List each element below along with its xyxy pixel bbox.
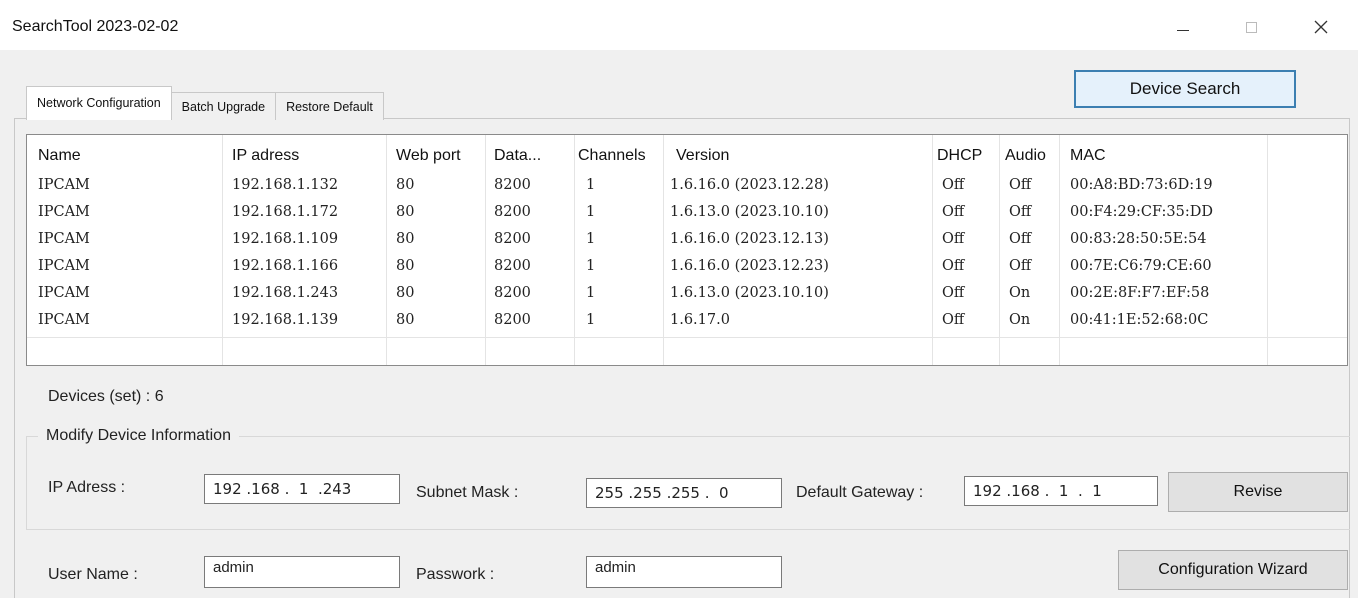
cell-name: IPCAM: [38, 204, 90, 220]
subnet-mask-field[interactable]: 255 .255 .255 . 0: [586, 478, 782, 508]
cell-channels: 1: [586, 231, 596, 247]
password-label: Passwork :: [416, 566, 495, 583]
cell-version: 1.6.13.0 (2023.10.10): [670, 285, 829, 301]
cell-version: 1.6.17.0: [670, 312, 730, 328]
device-search-button[interactable]: Device Search: [1074, 70, 1296, 108]
cell-audio: Off: [1009, 231, 1032, 247]
cell-dhcp: Off: [942, 177, 965, 193]
cell-web-port: 80: [396, 231, 415, 247]
cell-mac: 00:41:1E:52:68:0C: [1070, 312, 1209, 328]
cell-audio: Off: [1009, 177, 1032, 193]
minimize-icon[interactable]: [1160, 12, 1206, 42]
column-header-channels[interactable]: Channels: [578, 147, 646, 165]
cell-ip: 192.168.1.172: [232, 204, 339, 220]
cell-data-port: 8200: [494, 177, 531, 193]
user-name-field[interactable]: admin: [204, 556, 400, 588]
tab-restore-default[interactable]: Restore Default: [275, 92, 384, 120]
cell-mac: 00:F4:29:CF:35:DD: [1070, 204, 1213, 220]
ip-address-label: IP Adress :: [48, 479, 126, 496]
cell-audio: On: [1009, 285, 1031, 301]
cell-web-port: 80: [396, 258, 415, 274]
password-field[interactable]: admin: [586, 556, 782, 588]
revise-button[interactable]: Revise: [1168, 472, 1348, 512]
configuration-wizard-button[interactable]: Configuration Wizard: [1118, 550, 1348, 590]
user-name-label: User Name :: [48, 566, 138, 583]
table-row[interactable]: IPCAM 192.168.1.243 80 8200 1 1.6.13.0 (…: [27, 285, 1347, 312]
cell-dhcp: Off: [942, 312, 965, 328]
cell-name: IPCAM: [38, 258, 90, 274]
cell-ip: 192.168.1.243: [232, 285, 339, 301]
cell-channels: 1: [586, 285, 596, 301]
table-row[interactable]: IPCAM 192.168.1.139 80 8200 1 1.6.17.0 O…: [27, 312, 1347, 337]
cell-version: 1.6.16.0 (2023.12.23): [670, 258, 829, 274]
cell-ip: 192.168.1.166: [232, 258, 339, 274]
cell-version: 1.6.16.0 (2023.12.28): [670, 177, 829, 193]
cell-name: IPCAM: [38, 177, 90, 193]
cell-name: IPCAM: [38, 312, 90, 328]
cell-channels: 1: [586, 258, 596, 274]
cell-audio: Off: [1009, 258, 1032, 274]
cell-data-port: 8200: [494, 285, 531, 301]
column-header-data-port[interactable]: Data...: [494, 147, 541, 165]
column-header-name[interactable]: Name: [38, 147, 81, 165]
subnet-mask-label: Subnet Mask :: [416, 484, 519, 501]
cell-web-port: 80: [396, 285, 415, 301]
cell-web-port: 80: [396, 312, 415, 328]
cell-data-port: 8200: [494, 312, 531, 328]
close-icon[interactable]: [1298, 12, 1344, 42]
devices-count: Devices (set) : 6: [48, 388, 164, 405]
cell-channels: 1: [586, 204, 596, 220]
cell-name: IPCAM: [38, 285, 90, 301]
tab-batch-upgrade[interactable]: Batch Upgrade: [170, 92, 277, 120]
title-bar: SearchTool 2023-02-02: [0, 0, 1358, 50]
cell-mac: 00:83:28:50:5E:54: [1070, 231, 1207, 247]
ip-address-field[interactable]: 192 .168 . 1 .243: [204, 474, 400, 504]
table-row[interactable]: IPCAM 192.168.1.132 80 8200 1 1.6.16.0 (…: [27, 177, 1347, 204]
cell-audio: Off: [1009, 204, 1032, 220]
cell-dhcp: Off: [942, 258, 965, 274]
cell-web-port: 80: [396, 177, 415, 193]
column-header-audio[interactable]: Audio: [1005, 147, 1046, 165]
cell-version: 1.6.16.0 (2023.12.13): [670, 231, 829, 247]
device-table[interactable]: Name IP adress Web port Data... Channels…: [26, 134, 1348, 366]
tab-strip: Network Configuration Batch Upgrade Rest…: [26, 86, 384, 120]
maximize-icon[interactable]: [1228, 12, 1274, 42]
table-row[interactable]: IPCAM 192.168.1.172 80 8200 1 1.6.13.0 (…: [27, 204, 1347, 231]
table-row[interactable]: IPCAM 192.168.1.166 80 8200 1 1.6.16.0 (…: [27, 258, 1347, 285]
cell-data-port: 8200: [494, 204, 531, 220]
cell-data-port: 8200: [494, 258, 531, 274]
cell-mac: 00:7E:C6:79:CE:60: [1070, 258, 1212, 274]
cell-version: 1.6.13.0 (2023.10.10): [670, 204, 829, 220]
cell-data-port: 8200: [494, 231, 531, 247]
default-gateway-field[interactable]: 192 .168 . 1 . 1: [964, 476, 1158, 506]
cell-dhcp: Off: [942, 285, 965, 301]
tab-network-configuration[interactable]: Network Configuration: [26, 86, 172, 120]
cell-name: IPCAM: [38, 231, 90, 247]
column-header-version[interactable]: Version: [676, 147, 729, 165]
cell-audio: On: [1009, 312, 1031, 328]
cell-channels: 1: [586, 312, 596, 328]
cell-ip: 192.168.1.109: [232, 231, 339, 247]
window-title: SearchTool 2023-02-02: [12, 18, 179, 35]
modify-device-title: Modify Device Information: [38, 427, 239, 445]
cell-mac: 00:A8:BD:73:6D:19: [1070, 177, 1213, 193]
column-header-web-port[interactable]: Web port: [396, 147, 461, 165]
cell-dhcp: Off: [942, 204, 965, 220]
column-header-ip[interactable]: IP adress: [232, 147, 299, 165]
cell-channels: 1: [586, 177, 596, 193]
column-header-dhcp[interactable]: DHCP: [937, 147, 982, 165]
cell-mac: 00:2E:8F:F7:EF:58: [1070, 285, 1210, 301]
table-row[interactable]: IPCAM 192.168.1.109 80 8200 1 1.6.16.0 (…: [27, 231, 1347, 258]
default-gateway-label: Default Gateway :: [796, 484, 924, 501]
cell-dhcp: Off: [942, 231, 965, 247]
column-header-mac[interactable]: MAC: [1070, 147, 1106, 165]
cell-ip: 192.168.1.139: [232, 312, 339, 328]
cell-ip: 192.168.1.132: [232, 177, 339, 193]
cell-web-port: 80: [396, 204, 415, 220]
